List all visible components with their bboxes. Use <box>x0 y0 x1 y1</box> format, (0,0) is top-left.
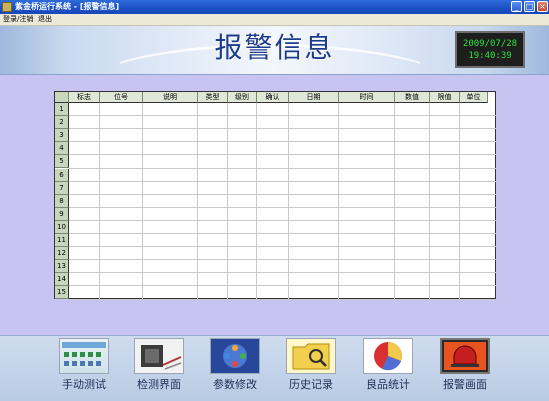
table-row <box>69 298 496 300</box>
column-divider <box>394 103 395 299</box>
table-row <box>69 180 496 182</box>
pie-chart-icon <box>363 338 413 374</box>
row-number[interactable]: 6 <box>55 168 69 182</box>
row-number[interactable]: 8 <box>55 194 69 208</box>
row-number[interactable]: 4 <box>55 142 69 156</box>
table-row <box>69 259 496 261</box>
column-header[interactable]: 单位 <box>460 92 488 103</box>
column-divider <box>429 103 430 299</box>
column-divider <box>197 103 198 299</box>
column-divider <box>459 103 460 299</box>
nav-label: 手动测试 <box>62 378 106 391</box>
nav-label: 良品统计 <box>366 378 410 391</box>
row-number[interactable]: 14 <box>55 273 69 287</box>
column-divider <box>288 103 289 299</box>
table-row <box>69 115 496 117</box>
nav-quality-stats[interactable]: 良品统计 <box>351 338 425 396</box>
table-row <box>69 233 496 234</box>
table-row <box>69 285 496 287</box>
column-header[interactable]: 级别 <box>228 92 257 103</box>
table-row <box>69 206 496 208</box>
clock-time: 19:40:39 <box>468 51 512 61</box>
inspection-icon <box>134 338 184 374</box>
row-number[interactable]: 12 <box>55 247 69 261</box>
clock-display: 2009/07/28 19:40:39 <box>455 31 525 68</box>
nav-inspection[interactable]: 检测界面 <box>122 338 196 396</box>
parameter-icon-graphic <box>223 344 247 368</box>
column-header[interactable]: 时间 <box>339 92 395 103</box>
row-number[interactable]: 9 <box>55 207 69 221</box>
nav-label: 报警画面 <box>443 378 487 391</box>
column-header[interactable]: 位号 <box>100 92 143 103</box>
maximize-button[interactable]: □ <box>524 1 535 12</box>
clock-date: 2009/07/28 <box>462 39 518 49</box>
row-number[interactable]: 7 <box>55 181 69 195</box>
column-header[interactable]: 说明 <box>143 92 198 103</box>
alarm-icon <box>440 338 490 374</box>
title-bar: 紫金桥运行系统 - [报警信息] _ □ × <box>0 0 549 14</box>
close-button[interactable]: × <box>537 1 548 12</box>
column-divider <box>338 103 339 299</box>
column-header[interactable]: 限值 <box>430 92 460 103</box>
row-number[interactable]: 15 <box>55 286 69 300</box>
column-divider <box>142 103 143 299</box>
menu-login-logout[interactable]: 登录/注销 <box>3 14 33 25</box>
alarm-icon-graphic <box>444 342 486 370</box>
column-header[interactable]: 数值 <box>395 92 430 103</box>
table-row <box>69 141 496 143</box>
column-divider <box>227 103 228 299</box>
row-number[interactable]: 1 <box>55 103 69 117</box>
nav-label: 历史记录 <box>289 378 333 391</box>
row-number[interactable]: 13 <box>55 260 69 274</box>
column-divider <box>256 103 257 299</box>
nav-manual-test[interactable]: 手动测试 <box>47 338 121 396</box>
column-header[interactable]: 类型 <box>198 92 228 103</box>
row-number[interactable]: 11 <box>55 234 69 248</box>
table-row <box>69 219 496 221</box>
row-number[interactable]: 10 <box>55 220 69 234</box>
pie-chart-icon-graphic <box>374 342 402 371</box>
nav-parameters[interactable]: 参数修改 <box>198 338 272 396</box>
row-number[interactable]: 3 <box>55 129 69 143</box>
table-corner <box>55 92 69 103</box>
manual-test-icon <box>59 338 109 374</box>
nav-label: 参数修改 <box>213 378 257 391</box>
app-icon <box>2 2 12 12</box>
row-number[interactable]: 5 <box>55 155 69 169</box>
alarm-table[interactable]: 标志 位号 说明 类型 级别 确认 日期 时间 数值 限值 单位 1 2 3 4 5 6 7 8 9 10 11 12 13 1… <box>54 91 496 300</box>
window-title: 紫金桥运行系统 - [报警信息] <box>15 2 120 11</box>
history-icon <box>286 338 336 374</box>
nav-label: 检测界面 <box>137 378 181 391</box>
minimize-button[interactable]: _ <box>511 1 522 12</box>
inspection-icon-graphic <box>141 345 182 370</box>
column-header[interactable]: 确认 <box>257 92 289 103</box>
menu-bar: 登录/注销 退出 <box>0 14 549 26</box>
column-header[interactable]: 标志 <box>69 92 100 103</box>
table-row <box>69 128 496 130</box>
manual-test-icon-graphic <box>62 342 106 366</box>
row-number[interactable]: 2 <box>55 116 69 130</box>
column-divider <box>99 103 100 299</box>
nav-history[interactable]: 历史记录 <box>274 338 348 396</box>
table-row <box>69 272 496 274</box>
history-icon-graphic <box>292 343 330 370</box>
nav-alarm-screen[interactable]: 报警画面 <box>428 338 502 396</box>
column-header[interactable]: 日期 <box>289 92 339 103</box>
parameter-icon <box>210 338 260 374</box>
table-row <box>69 246 496 248</box>
table-row <box>69 193 496 195</box>
table-row <box>69 167 496 169</box>
menu-exit[interactable]: 退出 <box>38 14 52 25</box>
table-row <box>69 154 496 156</box>
